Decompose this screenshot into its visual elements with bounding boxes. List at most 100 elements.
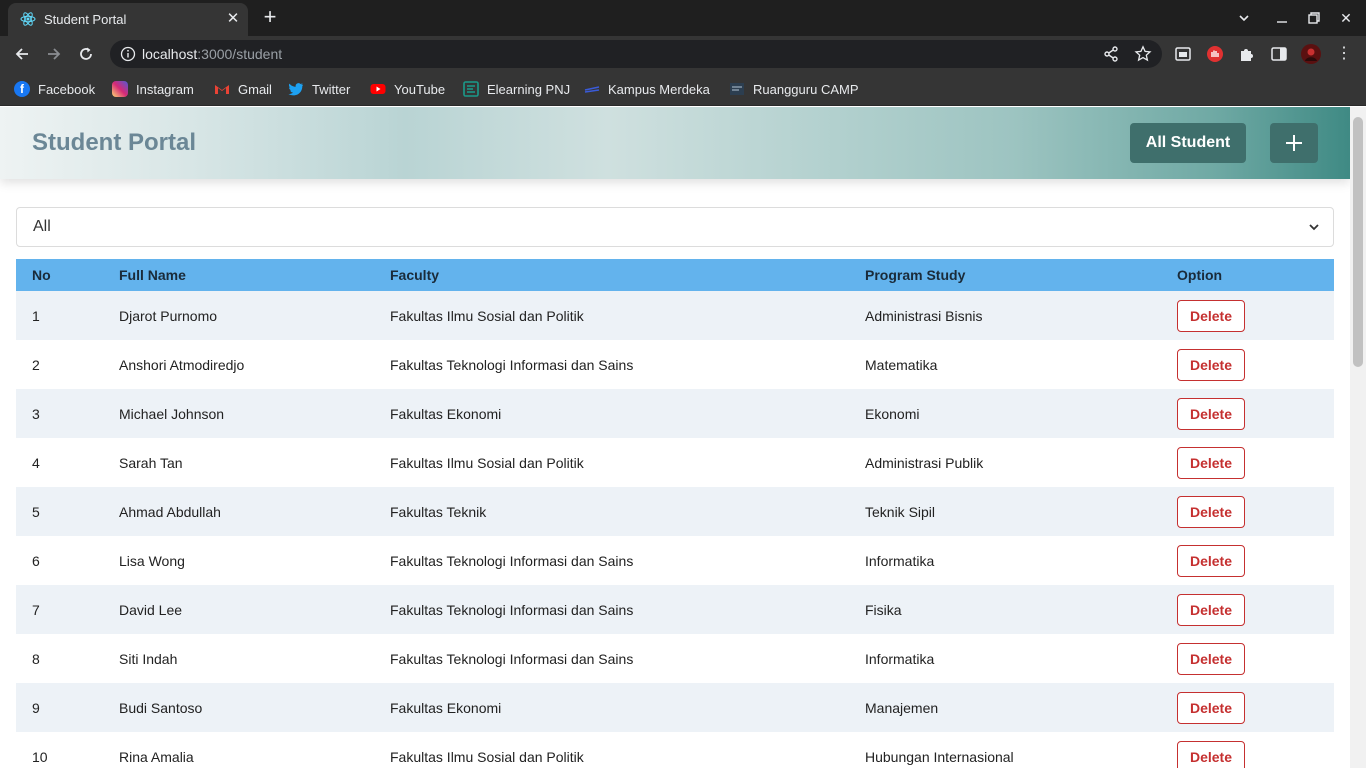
browser-tab[interactable]: Student Portal ✕ [8, 3, 248, 36]
url-text: localhost:3000/student [142, 46, 282, 62]
kampus-merdeka-icon [584, 86, 600, 93]
reload-icon[interactable] [74, 42, 98, 66]
delete-button[interactable]: Delete [1177, 348, 1245, 381]
cell-full-name[interactable]: Ahmad Abdullah [103, 487, 374, 536]
minimize-icon[interactable] [1266, 6, 1298, 30]
restore-icon[interactable] [1298, 6, 1330, 30]
cell-faculty: Fakultas Teknik [390, 503, 487, 520]
cell-program-study: Teknik Sipil [865, 503, 936, 520]
tab-media-icon[interactable] [1173, 44, 1193, 64]
cell-full-name[interactable]: Djarot Purnomo [103, 291, 374, 340]
cell-program-study: Matematika [865, 356, 938, 373]
back-icon[interactable] [10, 42, 34, 66]
close-window-icon[interactable]: ✕ [1330, 6, 1362, 30]
cell-full-name[interactable]: Lisa Wong [103, 536, 374, 585]
side-panel-icon[interactable] [1269, 44, 1289, 64]
bookmark-ruangguru-camp[interactable]: Ruangguru CAMP [729, 80, 859, 98]
cell-full-name[interactable]: Anshori Atmodiredjo [103, 340, 374, 389]
cell-full-name[interactable]: David Lee [103, 585, 374, 634]
table-header-row: No Full Name Faculty Program Study Optio… [16, 259, 1334, 291]
column-header-no: No [32, 267, 51, 283]
address-bar[interactable]: localhost:3000/student [110, 40, 1162, 68]
site-info-icon[interactable] [120, 46, 136, 62]
cell-program-study: Administrasi Bisnis [865, 307, 983, 324]
cell-program-study: Manajemen [865, 699, 939, 716]
gmail-icon [215, 85, 229, 94]
delete-button[interactable]: Delete [1177, 691, 1245, 724]
cell-full-name[interactable]: Michael Johnson [103, 389, 374, 438]
delete-button[interactable]: Delete [1177, 446, 1245, 479]
tab-search-chevron-icon[interactable] [1228, 6, 1260, 30]
table-row: 9 Budi Santoso Fakultas Ekonomi Manajeme… [16, 683, 1334, 732]
new-tab-icon[interactable]: + [258, 6, 282, 30]
table-row: 10 Rina Amalia Fakultas Ilmu Sosial dan … [16, 732, 1334, 768]
bookmark-instagram[interactable]: Instagram [112, 80, 194, 98]
bookmark-youtube[interactable]: YouTube [370, 80, 445, 98]
chevron-down-icon [1309, 224, 1319, 231]
faculty-filter-select[interactable]: All [16, 207, 1334, 247]
delete-button[interactable]: Delete [1177, 642, 1245, 675]
page-scrollbar[interactable] [1350, 107, 1366, 768]
add-student-button[interactable] [1270, 123, 1318, 163]
table-row: 7 David Lee Fakultas Teknologi Informasi… [16, 585, 1334, 634]
react-icon [20, 12, 36, 26]
delete-button[interactable]: Delete [1177, 299, 1245, 332]
cell-no: 8 [32, 650, 40, 667]
cell-faculty: Fakultas Ekonomi [390, 405, 502, 422]
page-title[interactable]: Student Portal [32, 129, 196, 157]
cell-faculty: Fakultas Teknologi Informasi dan Sains [390, 650, 634, 667]
instagram-icon [112, 81, 128, 97]
delete-button[interactable]: Delete [1177, 495, 1245, 528]
plus-icon [1286, 135, 1302, 151]
extensions-puzzle-icon[interactable] [1237, 44, 1257, 64]
cell-full-name[interactable]: Rina Amalia [103, 732, 374, 768]
bookmark-label: Ruangguru CAMP [753, 81, 859, 97]
cell-program-study: Hubungan Internasional [865, 748, 1014, 765]
cell-no: 3 [32, 405, 40, 422]
delete-button[interactable]: Delete [1177, 593, 1245, 626]
cell-no: 2 [32, 356, 40, 373]
cell-no: 5 [32, 503, 40, 520]
bookmark-twitter[interactable]: Twitter [288, 80, 350, 98]
bookmarks-bar: f Facebook Instagram Gmail Twitter YouTu… [0, 72, 1366, 106]
cell-no: 1 [32, 307, 40, 324]
cell-full-name[interactable]: Sarah Tan [103, 438, 374, 487]
browser-menu-icon[interactable]: ⋮ [1332, 42, 1356, 66]
bookmark-elearning-pnj[interactable]: Elearning PNJ [463, 80, 570, 98]
bookmark-label: Twitter [312, 81, 351, 97]
cell-no: 7 [32, 601, 40, 618]
delete-button[interactable]: Delete [1177, 740, 1245, 768]
table-row: 2 Anshori Atmodiredjo Fakultas Teknologi… [16, 340, 1334, 389]
share-icon[interactable] [1102, 45, 1120, 63]
delete-button[interactable]: Delete [1177, 544, 1245, 577]
cell-no: 10 [32, 748, 48, 765]
cell-option: Delete [1161, 585, 1334, 634]
cell-program-study: Fisika [865, 601, 902, 618]
column-header-option: Option [1177, 267, 1223, 283]
forward-icon[interactable] [42, 42, 66, 66]
delete-button[interactable]: Delete [1177, 397, 1245, 430]
bookmark-star-icon[interactable] [1134, 45, 1152, 63]
facebook-icon: f [14, 81, 30, 97]
adblock-extension-icon[interactable] [1205, 44, 1225, 64]
bookmark-facebook[interactable]: f Facebook [14, 80, 95, 98]
close-tab-icon[interactable]: ✕ [224, 10, 242, 28]
bookmark-label: Elearning PNJ [487, 81, 571, 97]
youtube-icon [370, 84, 386, 94]
cell-program-study: Administrasi Publik [865, 454, 984, 471]
page-viewport: Student Portal All Student All No Full N… [0, 107, 1350, 768]
all-student-button[interactable]: All Student [1130, 123, 1246, 163]
browser-tab-bar: Student Portal ✕ + ✕ [0, 0, 1366, 36]
cell-full-name[interactable]: Siti Indah [103, 634, 374, 683]
tab-title: Student Portal [44, 12, 127, 27]
bookmark-label: Kampus Merdeka [608, 81, 710, 97]
cell-option: Delete [1161, 732, 1334, 768]
cell-full-name[interactable]: Budi Santoso [103, 683, 374, 732]
bookmark-gmail[interactable]: Gmail [214, 80, 272, 98]
cell-faculty: Fakultas Ekonomi [390, 699, 502, 716]
profile-avatar[interactable] [1301, 44, 1321, 64]
bookmark-kampus-merdeka[interactable]: Kampus Merdeka [584, 80, 710, 98]
scrollbar-thumb[interactable] [1353, 117, 1363, 367]
bookmark-label: Gmail [238, 81, 272, 97]
twitter-icon [288, 83, 303, 96]
